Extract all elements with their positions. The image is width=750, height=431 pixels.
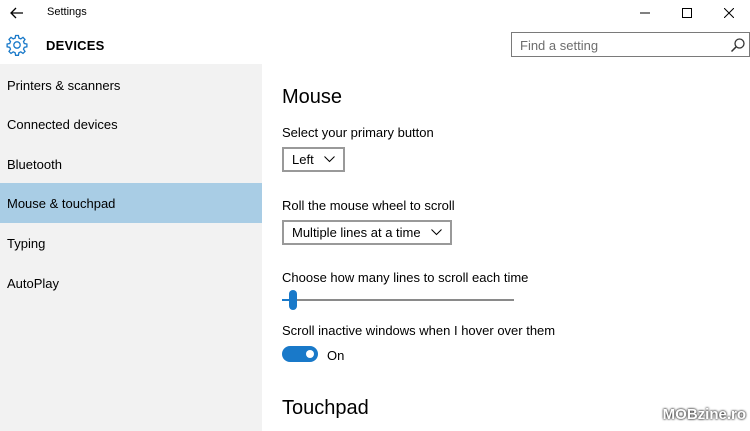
back-button[interactable] — [0, 0, 34, 26]
inactive-scroll-label: Scroll inactive windows when I hover ove… — [282, 323, 556, 338]
touchpad-heading: Touchpad — [282, 397, 369, 419]
sidebar-item-typing[interactable]: Typing — [0, 223, 262, 263]
sidebar: Printers & scanners Connected devices Bl… — [0, 64, 262, 431]
search-box[interactable] — [511, 32, 750, 57]
close-button[interactable] — [708, 0, 750, 26]
slider-thumb[interactable] — [289, 290, 297, 310]
slider-track — [282, 299, 514, 301]
minimize-button[interactable] — [624, 0, 666, 26]
mouse-heading: Mouse — [282, 86, 343, 108]
title-bar: Settings — [0, 0, 750, 26]
chevron-down-icon — [430, 229, 442, 236]
arrow-left-icon — [10, 7, 23, 19]
inactive-scroll-state: On — [327, 348, 345, 363]
maximize-button[interactable] — [666, 0, 708, 26]
section-title: DEVICES — [46, 38, 105, 53]
search-input[interactable] — [520, 37, 710, 53]
scroll-mode-dropdown[interactable]: Multiple lines at a time — [282, 220, 452, 245]
sidebar-item-bluetooth[interactable]: Bluetooth — [0, 144, 262, 184]
primary-button-label: Select your primary button — [282, 125, 434, 140]
inactive-scroll-toggle[interactable] — [282, 346, 318, 362]
sidebar-item-printers-scanners[interactable]: Printers & scanners — [0, 65, 262, 105]
chevron-down-icon — [323, 156, 335, 163]
sidebar-item-connected-devices[interactable]: Connected devices — [0, 104, 262, 144]
window-title: Settings — [47, 6, 87, 18]
watermark-text: MOBzine.ro — [662, 406, 746, 423]
primary-button-dropdown[interactable]: Left — [282, 147, 345, 172]
lines-to-scroll-label: Choose how many lines to scroll each tim… — [282, 270, 529, 285]
gear-icon — [6, 34, 28, 56]
magnifier-icon[interactable] — [730, 37, 746, 53]
primary-button-value: Left — [292, 152, 314, 167]
close-icon — [724, 8, 734, 18]
scroll-mode-value: Multiple lines at a time — [292, 225, 421, 240]
lines-to-scroll-slider[interactable] — [282, 290, 514, 310]
minimize-icon — [640, 12, 650, 14]
sidebar-item-autoplay[interactable]: AutoPlay — [0, 263, 262, 303]
scroll-mode-label: Roll the mouse wheel to scroll — [282, 198, 455, 213]
window-controls — [624, 0, 750, 26]
sidebar-item-mouse-touchpad[interactable]: Mouse & touchpad — [0, 183, 262, 223]
toggle-knob — [306, 350, 314, 358]
main-content: Mouse Select your primary button Left Ro… — [262, 64, 750, 431]
page-header: DEVICES — [0, 26, 750, 64]
maximize-icon — [682, 8, 692, 18]
